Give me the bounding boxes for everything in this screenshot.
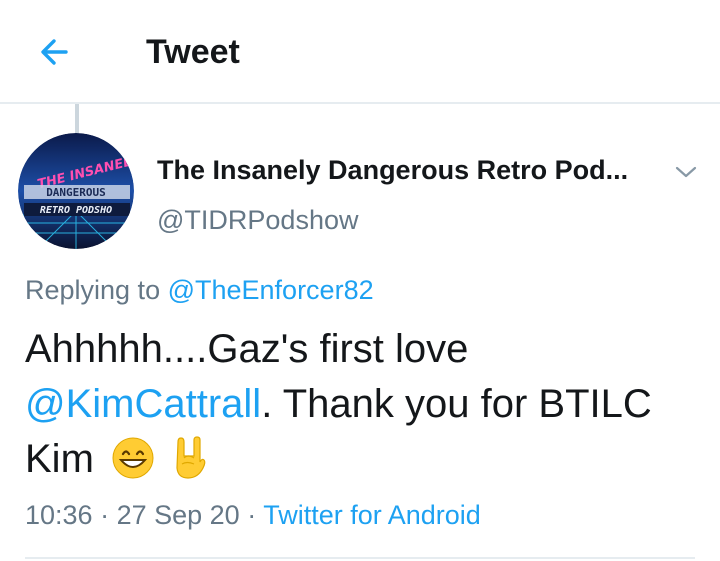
tweet-date: 27 Sep 20 <box>116 500 240 530</box>
tweet-menu-button[interactable] <box>670 158 702 186</box>
svg-text:RETRO PODSHO: RETRO PODSHO <box>40 205 112 216</box>
display-name[interactable]: The Insanely Dangerous Retro Pod... <box>157 152 628 188</box>
tweet-source-link[interactable]: Twitter for Android <box>263 500 481 530</box>
arrow-left-icon <box>41 39 68 65</box>
replying-to-line: Replying to @TheEnforcer82 <box>25 272 374 308</box>
podcast-logo-avatar: THE INSANELY DANGEROUS RETRO PODSHO <box>18 133 134 249</box>
avatar[interactable]: THE INSANELY DANGEROUS RETRO PODSHO <box>18 133 134 249</box>
page-title: Tweet <box>146 33 240 71</box>
chevron-down-icon <box>675 166 697 178</box>
tweet-time: 10:36 <box>25 500 93 530</box>
replying-to-mention-link[interactable]: @TheEnforcer82 <box>168 275 374 305</box>
tweet-text: Ahhhhh....Gaz's first love @KimCattrall.… <box>25 322 705 495</box>
divider <box>25 557 695 559</box>
sign-of-horns-emoji <box>172 436 208 495</box>
tweet-text-part1: Ahhhhh....Gaz's first love <box>25 327 469 371</box>
grinning-face-emoji <box>111 436 155 495</box>
meta-separator: · <box>239 500 264 530</box>
back-button[interactable] <box>30 28 78 76</box>
user-handle[interactable]: @TIDRPodshow <box>157 202 358 238</box>
meta-separator: · <box>92 500 117 530</box>
tweet-meta: 10:36 · 27 Sep 20 · Twitter for Android <box>25 497 481 533</box>
replying-to-label: Replying to <box>25 275 168 305</box>
svg-text:DANGEROUS: DANGEROUS <box>46 186 106 199</box>
mention-link[interactable]: @KimCattrall <box>25 382 261 426</box>
top-app-bar: Tweet <box>0 0 720 104</box>
thread-connector-line <box>75 104 79 134</box>
